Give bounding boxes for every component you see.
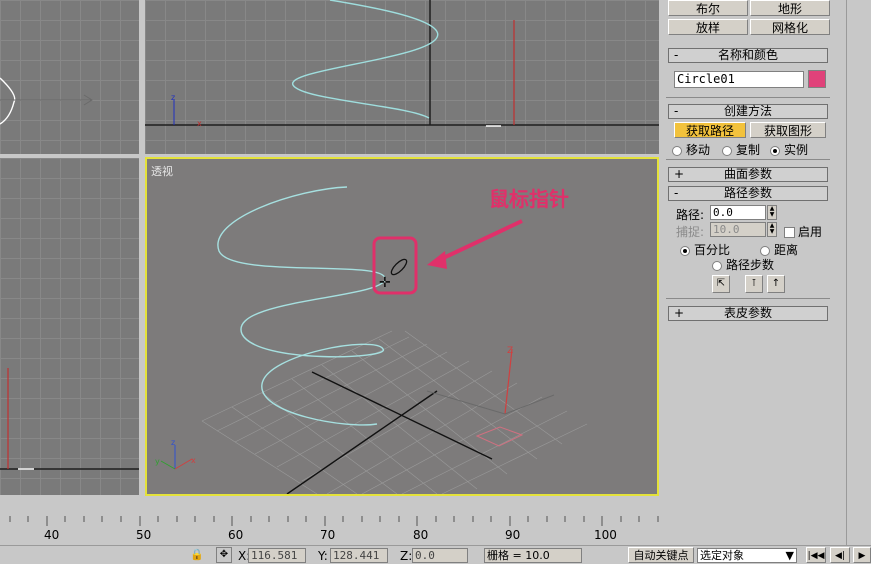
boolean-button[interactable]: 布尔: [668, 0, 748, 16]
svg-text:z: z: [171, 438, 175, 447]
left-view-drawing: [0, 368, 139, 470]
previous-frame-icon[interactable]: ◀|: [830, 547, 850, 563]
rollout-creation-method[interactable]: - 创建方法: [668, 104, 828, 119]
svg-text:x: x: [191, 456, 196, 465]
perspective-scene: Z z x y ✛: [155, 186, 588, 494]
expand-plus-icon: +: [674, 167, 685, 181]
terrain-button[interactable]: 地形: [750, 0, 830, 16]
next-shape-icon[interactable]: ↑: [767, 275, 785, 293]
radio-icon: [722, 145, 732, 156]
group-divider: [666, 159, 830, 160]
enable-checkbox[interactable]: 启用: [784, 223, 822, 240]
radio-icon: [672, 145, 682, 156]
rollout-surface-params-title: 曲面参数: [723, 167, 772, 181]
move-radio[interactable]: 移动: [672, 141, 710, 158]
svg-text:✛: ✛: [379, 275, 391, 291]
ruler-tick-label: 70: [320, 528, 336, 542]
collapse-minus-icon: -: [674, 48, 679, 62]
viewport-front[interactable]: z x: [145, 0, 659, 154]
ruler-tick-label: 90: [505, 528, 521, 542]
chevron-down-icon: ▼: [785, 549, 794, 562]
go-to-start-icon[interactable]: |◀◀: [806, 547, 826, 563]
ruler-tick-label: 80: [413, 528, 429, 542]
radio-icon: [712, 260, 722, 271]
top-left-gizmo: [0, 77, 93, 125]
collapse-minus-icon: -: [674, 104, 679, 118]
play-icon[interactable]: ▶: [853, 547, 871, 563]
pick-shape-tool-icon[interactable]: ⇱: [712, 275, 730, 293]
absolute-mode-icon[interactable]: ✥: [216, 547, 232, 563]
rollout-skin-params[interactable]: + 表皮参数: [668, 306, 828, 321]
distance-label: 距离: [774, 243, 799, 257]
path-spinner[interactable]: ▲ ▼: [767, 205, 777, 220]
ruler-tick-label: 100: [594, 528, 617, 542]
percentage-label: 百分比: [694, 243, 731, 257]
path-steps-radio[interactable]: 路径步数: [712, 256, 774, 273]
previous-shape-icon[interactable]: ⊺: [745, 275, 763, 293]
grid-size-readout: 栅格 = 10.0: [484, 548, 582, 563]
rollout-name-color[interactable]: - 名称和颜色: [668, 48, 828, 63]
y-coord-field[interactable]: 128.441: [330, 548, 388, 563]
instance-radio[interactable]: 实例: [770, 141, 808, 158]
mesher-button[interactable]: 网格化: [750, 19, 830, 35]
move-label: 移动: [686, 143, 711, 157]
annotation-label: 鼠标指针: [489, 187, 569, 211]
time-ruler[interactable]: 40 50 60 70 80 90 100: [0, 512, 664, 544]
path-steps-label: 路径步数: [726, 258, 775, 272]
rollout-skin-params-title: 表皮参数: [723, 306, 772, 320]
collapse-minus-icon: -: [674, 186, 679, 200]
copy-label: 复制: [736, 143, 761, 157]
auto-key-button[interactable]: 自动关键点: [628, 547, 694, 563]
svg-text:y: y: [155, 457, 160, 466]
y-coord-label: Y:: [318, 549, 328, 563]
lock-icon[interactable]: 🔒: [190, 548, 204, 561]
ruler-tick-label: 50: [136, 528, 152, 542]
path-label: 路径:: [676, 208, 705, 222]
snap-spinner[interactable]: ▲ ▼: [767, 222, 777, 237]
svg-text:x: x: [197, 119, 202, 128]
rollout-creation-method-title: 创建方法: [723, 104, 772, 118]
group-divider: [666, 298, 830, 299]
panel-scrollbar[interactable]: [846, 0, 871, 545]
svg-text:z: z: [171, 93, 175, 102]
ruler-tick-label: 40: [44, 528, 60, 542]
z-coord-field[interactable]: 0.0: [412, 548, 468, 563]
expand-plus-icon: +: [674, 306, 685, 320]
rollout-path-params-title: 路径参数: [723, 186, 772, 200]
instance-label: 实例: [784, 143, 809, 157]
loft-button[interactable]: 放样: [668, 19, 748, 35]
rollout-path-params[interactable]: - 路径参数: [668, 186, 828, 201]
rollout-surface-params[interactable]: + 曲面参数: [668, 167, 828, 182]
radio-selected-icon: [770, 145, 780, 156]
radio-selected-icon: [680, 245, 690, 256]
selection-set-dropdown[interactable]: 选定对象 ▼: [697, 548, 797, 563]
viewport-perspective[interactable]: 透视 Z z x y ✛ 鼠标指针: [145, 157, 659, 496]
object-name-input[interactable]: Circle01: [674, 71, 804, 88]
enable-label: 启用: [798, 225, 823, 239]
snap-label: 捕捉:: [676, 225, 705, 239]
selection-set-value: 选定对象: [700, 549, 744, 562]
z-coord-label: Z:: [400, 549, 413, 563]
copy-radio[interactable]: 复制: [722, 141, 760, 158]
path-value-input[interactable]: 0.0: [710, 205, 766, 220]
radio-icon: [760, 245, 770, 256]
checkbox-icon: [784, 227, 795, 238]
svg-text:Z: Z: [507, 346, 513, 356]
status-bar: 🔒 ✥ X: 116.581 Y: 128.441 Z: 0.0 栅格 = 10…: [0, 545, 871, 563]
viewport-left[interactable]: [0, 158, 139, 495]
x-coord-field[interactable]: 116.581: [248, 548, 306, 563]
front-view-drawing: z x: [145, 0, 659, 128]
rollout-name-color-title: 名称和颜色: [717, 48, 778, 62]
snap-value-input[interactable]: 10.0: [710, 222, 766, 237]
group-divider: [666, 97, 830, 98]
get-path-button[interactable]: 获取路径: [674, 122, 746, 138]
ruler-tick-label: 60: [228, 528, 244, 542]
viewport-top-left[interactable]: [0, 0, 139, 154]
object-color-swatch[interactable]: [808, 70, 826, 88]
get-shape-button[interactable]: 获取图形: [750, 122, 826, 138]
